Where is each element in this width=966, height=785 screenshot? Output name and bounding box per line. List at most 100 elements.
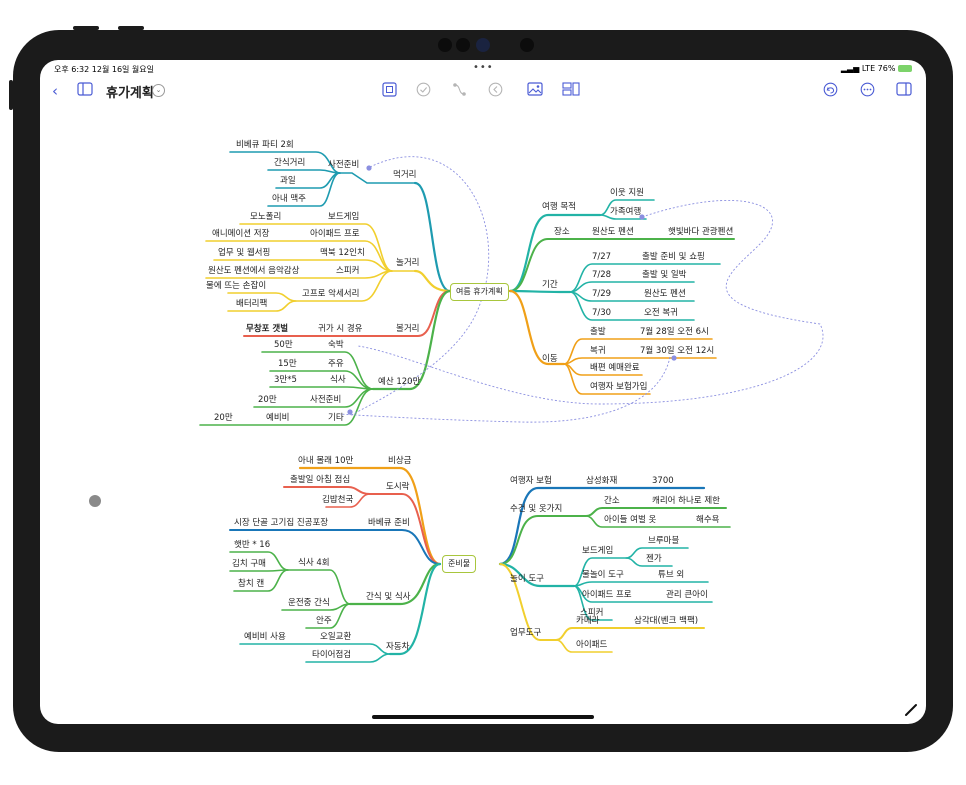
root-node-supplies[interactable]: 준비물	[442, 555, 477, 573]
node-move[interactable]: 이동	[542, 354, 558, 364]
node-sub[interactable]: 튜브 외	[658, 570, 684, 580]
node-leaf[interactable]: 배편 예매완료	[590, 363, 640, 373]
node-leaf[interactable]: 맥북 12인치	[320, 248, 365, 258]
node-leaf[interactable]: 여행자 보험가입	[590, 382, 647, 392]
node-sub[interactable]: 삼각대(벤크 백팩)	[634, 616, 698, 626]
fit-to-screen-icon[interactable]	[380, 82, 398, 100]
node-leaf[interactable]: 시장 단골 고기집 진공포장	[234, 518, 328, 528]
node-value[interactable]: 3700	[652, 476, 674, 486]
node-leaf[interactable]: 주유	[328, 359, 344, 369]
node-leaf[interactable]: 식사 4회	[298, 558, 330, 568]
node-purpose[interactable]: 여행 목적	[542, 202, 576, 212]
node-sub[interactable]: 해수욕	[696, 515, 719, 525]
node-value[interactable]: 7월 28일 오전 6시	[640, 327, 709, 337]
title-menu-chevron-icon[interactable]: ⌄	[152, 84, 165, 97]
node-leaf[interactable]: 사전준비	[310, 395, 341, 405]
node-sub[interactable]: 애니메이션 저장	[212, 229, 269, 239]
node-leaf[interactable]: 출발일 아침 점심	[290, 475, 350, 485]
node-sights[interactable]: 볼거리	[396, 324, 419, 334]
layout-icon[interactable]	[562, 82, 580, 100]
undo-icon[interactable]	[821, 82, 839, 100]
node-sub[interactable]: 햇반 * 16	[234, 540, 270, 550]
node-leaf[interactable]: 아이패드 프로	[582, 590, 632, 600]
node-place[interactable]: 장소	[554, 227, 570, 237]
node-leaf[interactable]: 김밥천국	[322, 495, 353, 505]
node-sub[interactable]: 참치 캔	[238, 579, 264, 589]
image-icon[interactable]	[526, 82, 544, 100]
node-date[interactable]: 7/29	[592, 289, 611, 299]
node-sub[interactable]: 브루마블	[648, 536, 679, 546]
node-date[interactable]: 7/27	[592, 252, 611, 262]
node-value[interactable]: 50만	[274, 340, 293, 350]
multitasking-dots[interactable]: •••	[473, 62, 494, 73]
node-play[interactable]: 놀거리	[396, 258, 419, 268]
node-sub[interactable]: 예비비	[266, 413, 289, 423]
connect-nodes-icon[interactable]	[450, 82, 468, 100]
node-sub[interactable]: 예비비 사용	[244, 632, 286, 642]
node-value[interactable]: 7월 30일 오전 12시	[640, 346, 714, 356]
node-leaf[interactable]: 출발 준비 및 쇼핑	[642, 252, 705, 262]
node-leaf[interactable]: 카메라	[576, 616, 599, 626]
node-sub[interactable]: 관리 큰아이	[666, 590, 708, 600]
node-towels-clothes[interactable]: 수건 및 옷가지	[510, 504, 562, 514]
node-car[interactable]: 자동차	[386, 642, 409, 652]
node-travel-insurance[interactable]: 여행자 보험	[510, 476, 552, 486]
pencil-icon[interactable]	[904, 702, 918, 716]
inspector-panel-icon[interactable]	[895, 82, 913, 100]
node-leaf[interactable]: 고프로 악세서리	[302, 289, 359, 299]
node-leaf[interactable]: 출발 및 일박	[642, 270, 687, 280]
home-indicator[interactable]	[372, 715, 594, 719]
node-sub[interactable]: 무창포 갯벌	[246, 324, 288, 334]
node-leaf[interactable]: 물놀이 도구	[582, 570, 624, 580]
node-leaf[interactable]: 출발	[590, 327, 606, 337]
node-leaf[interactable]: 삼성화재	[586, 476, 617, 486]
node-leaf[interactable]: 타이어점검	[312, 650, 351, 660]
node-leaf[interactable]: 아이패드	[576, 640, 607, 650]
node-leaf[interactable]: 아내 맥주	[272, 194, 306, 204]
node-value[interactable]: 20만	[258, 395, 277, 405]
node-sub[interactable]: 원산도 펜션에서 음악감상	[208, 266, 299, 276]
node-leaf[interactable]: 가족여행	[610, 207, 641, 217]
node-leaf[interactable]: 오일교환	[320, 632, 351, 642]
node-leaf[interactable]: 간소	[604, 496, 620, 506]
node-leaf[interactable]: 귀가 시 경유	[318, 324, 363, 334]
check-icon[interactable]	[414, 82, 432, 100]
node-leaf[interactable]: 과일	[280, 176, 296, 186]
left-arrow-icon[interactable]	[486, 82, 504, 100]
node-value[interactable]: 20만	[214, 413, 233, 423]
node-leaf[interactable]: 원산도 펜션	[644, 289, 686, 299]
node-preparation[interactable]: 사전준비	[328, 160, 359, 170]
node-date[interactable]: 7/30	[592, 308, 611, 318]
node-snacks-meals[interactable]: 간식 및 식사	[366, 592, 411, 602]
node-leaf[interactable]: 안주	[316, 616, 332, 626]
node-leaf[interactable]: 복귀	[590, 346, 606, 356]
node-play-tools[interactable]: 놀이 도구	[510, 574, 544, 584]
node-leaf[interactable]: 아이패드 프로	[310, 229, 360, 239]
node-leaf[interactable]: 아이들 여벌 옷	[604, 515, 656, 525]
node-leaf[interactable]: 아내 몰래 10만	[298, 456, 353, 466]
node-leaf[interactable]: 기타	[328, 413, 344, 423]
node-leaf[interactable]: 숙박	[328, 340, 344, 350]
node-value[interactable]: 15만	[278, 359, 297, 369]
node-value[interactable]: 3만*5	[274, 375, 297, 385]
node-leaf[interactable]: 원산도 펜션	[592, 227, 634, 237]
mindmap-canvas[interactable]: 여름 휴가계획 먹거리 사전준비 비베큐 파티 2회 간식거리 과일 아내 맥주…	[40, 104, 926, 724]
node-leaf[interactable]: 오전 복귀	[644, 308, 678, 318]
node-sub[interactable]: 햇빛바다 관광펜션	[668, 227, 733, 237]
node-leaf[interactable]: 보드게임	[582, 546, 613, 556]
node-sub[interactable]: 김치 구매	[232, 559, 266, 569]
document-title[interactable]: 휴가계획	[106, 82, 154, 101]
node-date[interactable]: 7/28	[592, 270, 611, 280]
node-leaf[interactable]: 비베큐 파티 2회	[236, 140, 294, 150]
node-leaf[interactable]: 식사	[330, 375, 346, 385]
node-leaf[interactable]: 운전중 간식	[288, 598, 330, 608]
node-sub[interactable]: 젠가	[646, 554, 662, 564]
node-leaf[interactable]: 간식거리	[274, 158, 305, 168]
node-budget[interactable]: 예산 120만	[378, 377, 420, 387]
node-emergency-fund[interactable]: 비상금	[388, 456, 411, 466]
node-leaf[interactable]: 보드게임	[328, 212, 359, 222]
node-sub[interactable]: 업무 및 웹서핑	[218, 248, 270, 258]
node-bbq[interactable]: 바베큐 준비	[368, 518, 410, 528]
node-leaf[interactable]: 이웃 지원	[610, 188, 644, 198]
node-sub[interactable]: 모노폴리	[250, 212, 281, 222]
